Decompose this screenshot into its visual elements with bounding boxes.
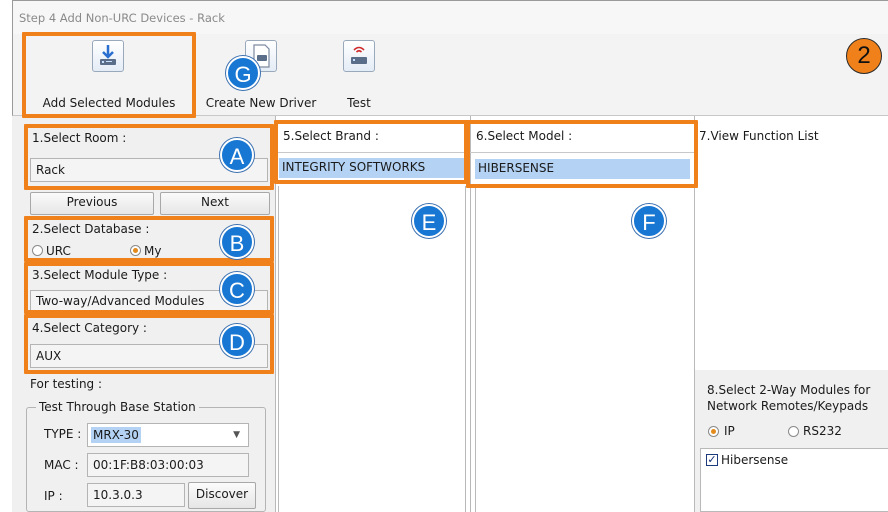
- twoway-radio-ip[interactable]: [708, 426, 719, 437]
- ip-field[interactable]: 10.3.0.3: [87, 483, 185, 507]
- twoway-label-line2: Network Remotes/Keypads: [707, 399, 869, 413]
- twoway-label-line1: 8.Select 2-Way Modules for: [707, 383, 871, 397]
- callout-f: F: [632, 204, 666, 238]
- hibersense-item-label: Hibersense: [721, 453, 789, 467]
- test-label: Test: [347, 96, 371, 110]
- test-device-icon: [343, 40, 375, 72]
- hibersense-checkbox[interactable]: ✓: [706, 454, 718, 466]
- twoway-option-ip: IP: [724, 424, 735, 438]
- ip-label: IP :: [44, 489, 63, 503]
- brand-list-left-border: [278, 186, 279, 512]
- create-new-driver-label: Create New Driver: [205, 96, 317, 110]
- callout-c: C: [220, 272, 254, 306]
- brand-list-right-border: [465, 186, 466, 512]
- chevron-down-icon: ▼: [233, 430, 240, 440]
- next-button[interactable]: Next: [160, 192, 270, 215]
- highlight-select-brand: [274, 120, 468, 184]
- model-list-left-border: [475, 186, 476, 512]
- test-button[interactable]: Test: [331, 40, 387, 110]
- type-label: TYPE :: [44, 427, 82, 441]
- create-new-driver-button[interactable]: Create New Driver: [199, 40, 323, 110]
- callout-a: A: [220, 138, 254, 172]
- callout-g: G: [226, 56, 260, 90]
- highlight-select-model: [466, 120, 698, 188]
- base-station-group-title: Test Through Base Station: [36, 400, 199, 414]
- callout-b: B: [220, 225, 254, 259]
- highlight-add-selected-modules: [22, 32, 196, 118]
- step-badge: 2: [846, 38, 882, 74]
- mac-label: MAC :: [44, 458, 79, 472]
- window-title: Step 4 Add Non-URC Devices - Rack: [19, 11, 225, 25]
- callout-e: E: [412, 204, 446, 238]
- testing-label: For testing :: [30, 377, 103, 391]
- mac-field[interactable]: 00:1F:B8:03:00:03: [87, 453, 249, 477]
- function-list-label: 7.View Function List: [699, 129, 819, 143]
- previous-button[interactable]: Previous: [30, 192, 154, 215]
- discover-button[interactable]: Discover: [188, 482, 256, 509]
- title-bar: Step 4 Add Non-URC Devices - Rack: [12, 0, 888, 34]
- callout-d: D: [220, 324, 254, 358]
- twoway-radio-rs232[interactable]: [788, 426, 799, 437]
- type-select[interactable]: MRX-30 ▼: [87, 423, 249, 447]
- type-select-value: MRX-30: [91, 427, 141, 443]
- function-list-panel: [696, 152, 888, 370]
- twoway-option-rs232: RS232: [803, 424, 842, 438]
